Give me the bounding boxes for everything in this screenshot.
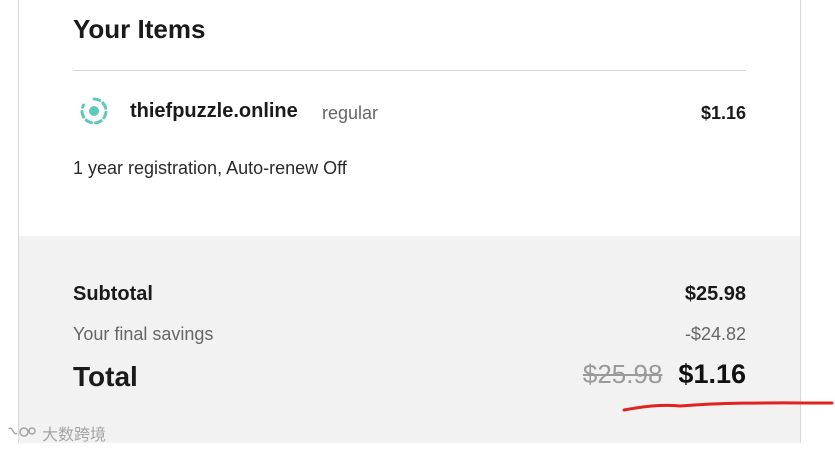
item-domain: thiefpuzzle.online <box>130 100 298 122</box>
item-tier: regular <box>322 103 379 123</box>
total-label: Total <box>73 361 138 392</box>
total-prices: $25.98 $1.16 <box>583 359 746 390</box>
original-price: $25.98 <box>582 359 663 389</box>
watermark: 大数跨境 <box>6 422 106 444</box>
domain-item-icon <box>79 96 109 126</box>
total-row: Total $25.98 $1.16 <box>73 359 746 395</box>
items-section: Your Items thiefpuzzle.online regular $1… <box>19 0 800 236</box>
page: Your Items thiefpuzzle.online regular $1… <box>0 0 835 450</box>
registration-info: 1 year registration, Auto-renew Off <box>73 158 347 178</box>
cart-item: thiefpuzzle.online regular $1.16 <box>73 94 746 130</box>
items-title: Your Items <box>73 14 206 44</box>
subtotal-row: Subtotal $25.98 <box>73 283 746 309</box>
final-price: $1.16 <box>678 359 746 389</box>
cart-card: Your Items thiefpuzzle.online regular $1… <box>18 0 801 443</box>
subtotal-label: Subtotal <box>73 283 153 305</box>
divider <box>73 70 746 71</box>
savings-value: -$24.82 <box>684 324 746 344</box>
subtotal-value: $25.98 <box>684 283 746 305</box>
savings-row: Your final savings -$24.82 <box>73 324 746 348</box>
savings-label: Your final savings <box>73 324 214 344</box>
red-underline-annotation <box>622 401 834 412</box>
item-price: $1.16 <box>700 103 746 123</box>
watermark-text: 大数跨境 <box>42 427 107 444</box>
watermark-logo-icon <box>8 427 36 437</box>
